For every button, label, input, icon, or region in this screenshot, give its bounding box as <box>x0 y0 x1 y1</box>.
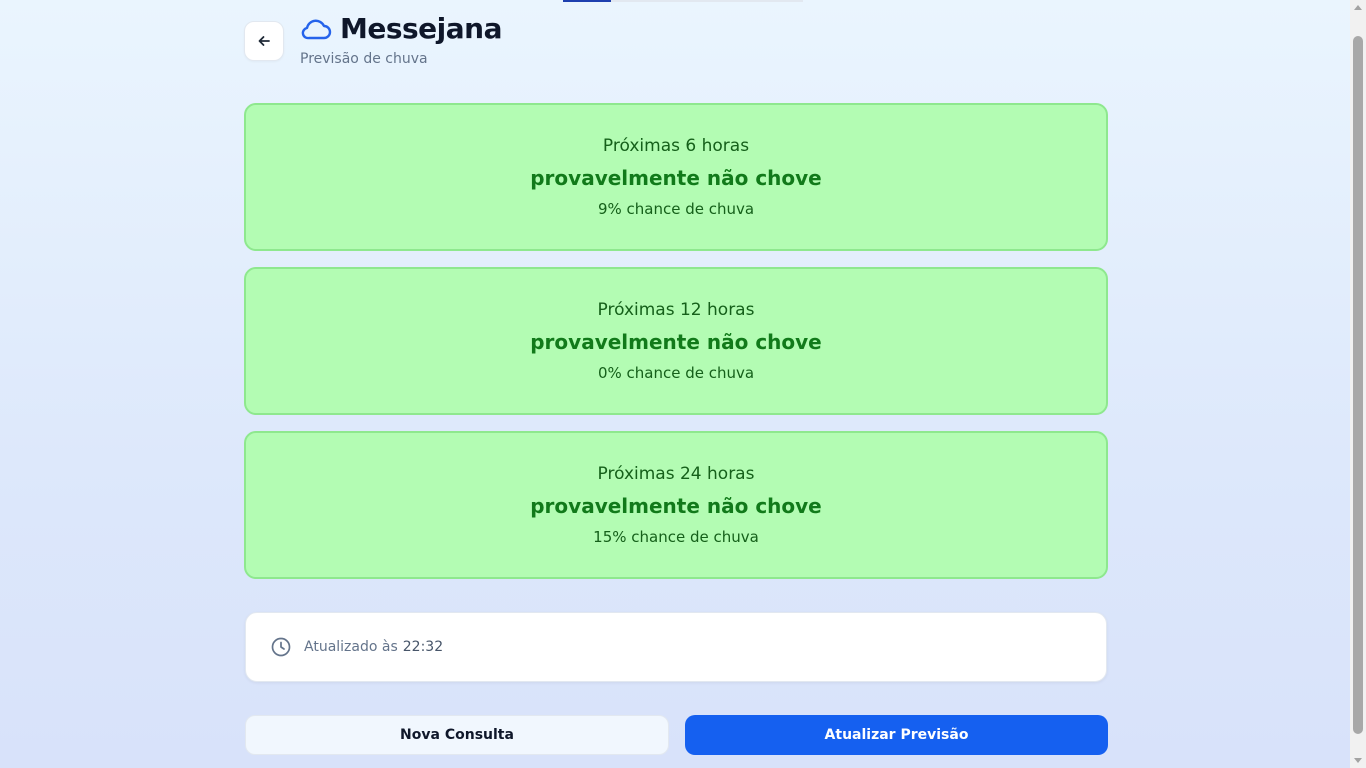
page-title: Messejana <box>340 12 503 45</box>
forecast-chance: 9% chance de chuva <box>597 200 755 218</box>
forecast-chance: 15% chance de chuva <box>593 528 759 546</box>
top-progress-active-segment <box>563 0 611 2</box>
arrow-left-icon <box>258 36 270 46</box>
cloud-icon <box>301 19 332 40</box>
forecast-period: Próximas 24 horas <box>597 464 755 484</box>
forecast-verdict: provavelmente não chove <box>530 330 822 354</box>
forecast-card-12h: Próximas 12 horas provavelmente não chov… <box>244 267 1108 415</box>
forecast-period: Próximas 6 horas <box>602 136 750 156</box>
scroll-up-arrow-icon[interactable] <box>1354 5 1362 10</box>
last-updated-box: Atualizado às 22:32 <box>245 612 1107 682</box>
page-subtitle: Previsão de chuva <box>300 51 428 67</box>
scroll-down-arrow-icon[interactable] <box>1354 758 1362 763</box>
forecast-chance: 0% chance de chuva <box>597 364 755 382</box>
back-button[interactable] <box>244 21 284 61</box>
top-progress-indicator <box>563 0 803 2</box>
last-updated-time: 22:32 <box>402 639 444 655</box>
clock-icon <box>271 637 291 657</box>
forecast-verdict: provavelmente não chove <box>530 166 822 190</box>
scrollbar-thumb[interactable] <box>1353 36 1363 734</box>
refresh-forecast-button[interactable]: Atualizar Previsão <box>685 715 1108 755</box>
forecast-period: Próximas 12 horas <box>597 300 755 320</box>
forecast-verdict: provavelmente não chove <box>530 494 822 518</box>
forecast-list: Próximas 6 horas provavelmente não chove… <box>244 103 1108 595</box>
new-query-button[interactable]: Nova Consulta <box>245 715 669 755</box>
vertical-scrollbar[interactable] <box>1350 0 1366 768</box>
last-updated-label: Atualizado às <box>304 639 398 655</box>
page-header: Messejana Previsão de chuva <box>244 12 1108 74</box>
forecast-card-24h: Próximas 24 horas provavelmente não chov… <box>244 431 1108 579</box>
forecast-card-6h: Próximas 6 horas provavelmente não chove… <box>244 103 1108 251</box>
